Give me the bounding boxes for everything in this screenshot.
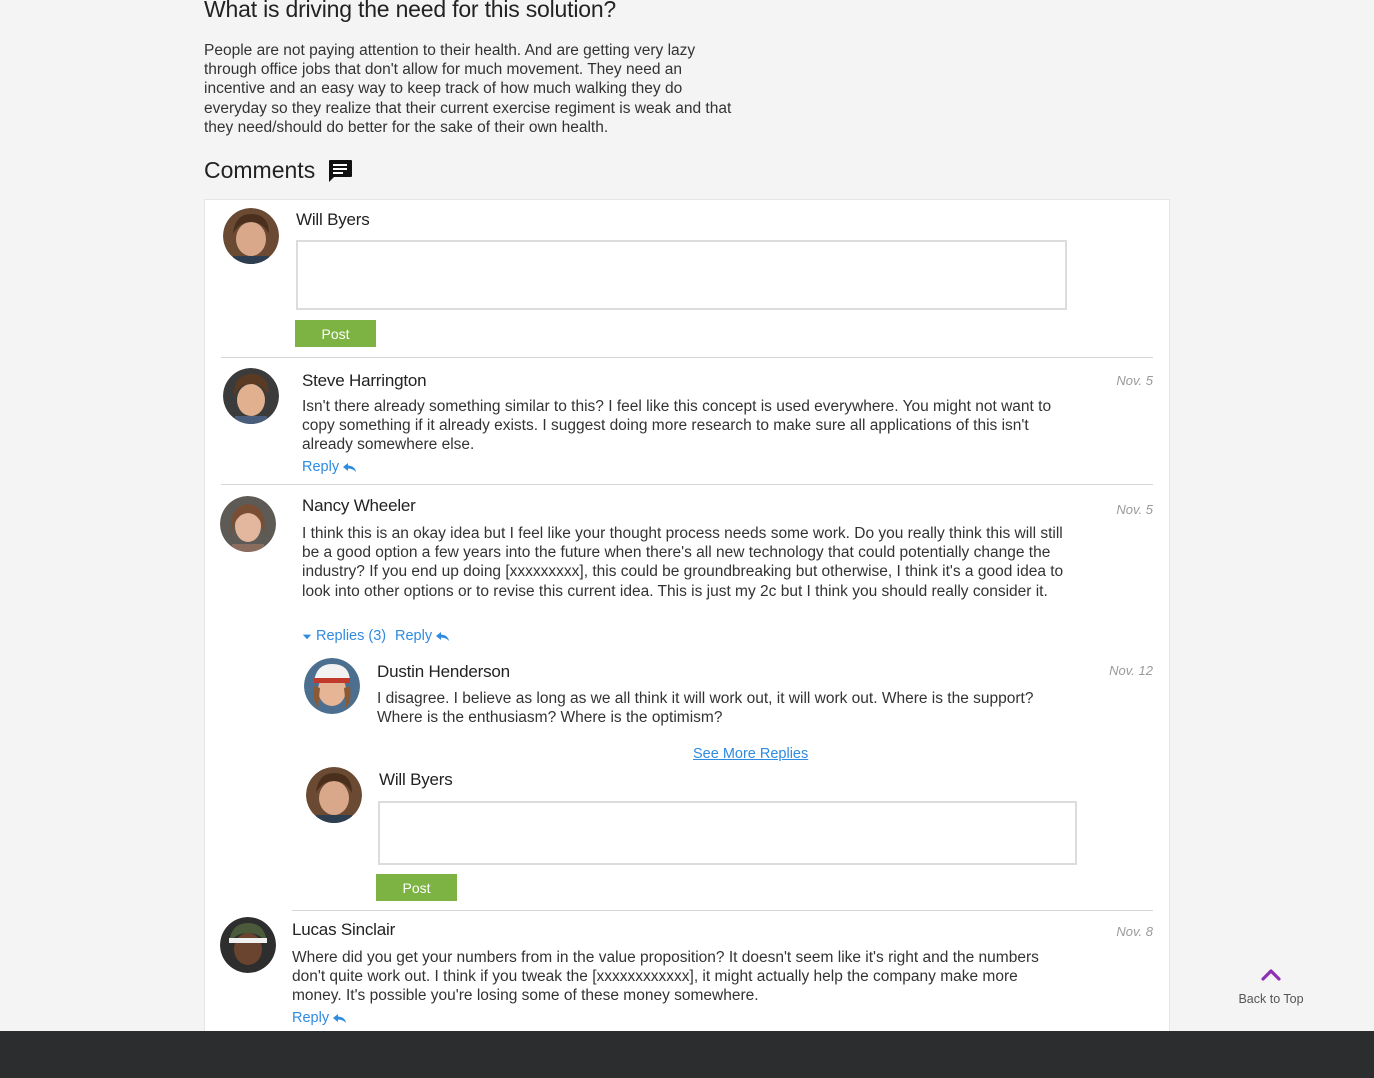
comment-date: Nov. 5: [1116, 373, 1153, 388]
comment-author: Lucas Sinclair: [292, 920, 396, 939]
reply-icon: [343, 462, 357, 472]
reply-icon: [436, 631, 450, 641]
comment-text: Isn't there already something similar to…: [302, 398, 1052, 454]
comment-input[interactable]: [296, 240, 1067, 310]
reply-post-button[interactable]: Post: [376, 874, 457, 901]
avatar-lucas-sinclair: [220, 917, 276, 973]
comment-date: Nov. 5: [1116, 502, 1153, 517]
reply-icon: [333, 1013, 347, 1023]
replies-toggle[interactable]: Replies (3): [302, 628, 386, 644]
avatar-steve-harrington: [223, 368, 279, 424]
reply-composer-user-name: Will Byers: [379, 770, 453, 789]
footer: [0, 1031, 1374, 1078]
caret-down-icon: [302, 634, 312, 639]
replies-toggle-label: Replies (3): [316, 628, 387, 644]
see-more-replies-link[interactable]: See More Replies: [693, 746, 808, 762]
comment-date: Nov. 8: [1116, 924, 1153, 939]
section-body: People are not paying attention to their…: [204, 42, 732, 136]
comments-heading: Comments: [204, 157, 353, 184]
avatar-will-byers: [223, 208, 279, 264]
divider: [221, 357, 1153, 358]
chat-bubble-icon: [329, 159, 353, 182]
divider: [292, 910, 1153, 911]
page: What is driving the need for this soluti…: [0, 0, 1374, 1078]
reply-link-label: Reply: [302, 459, 340, 475]
reply-author: Dustin Henderson: [377, 662, 510, 681]
section-title: What is driving the need for this soluti…: [204, 0, 617, 22]
reply-text: I disagree. I believe as long as we all …: [377, 690, 1034, 727]
avatar-nancy-wheeler: [220, 496, 276, 552]
back-to-top-label: Back to Top: [1238, 992, 1304, 1006]
reply-link[interactable]: Reply: [292, 1010, 347, 1026]
reply-link[interactable]: Reply: [395, 628, 450, 644]
comment-author: Nancy Wheeler: [302, 496, 416, 515]
post-button[interactable]: Post: [295, 320, 376, 347]
divider: [221, 484, 1153, 485]
comments-heading-label: Comments: [204, 157, 316, 183]
avatar-will-byers: [306, 767, 362, 823]
reply-date: Nov. 12: [1109, 663, 1153, 678]
reply-link-label: Reply: [292, 1010, 330, 1026]
comment-author: Steve Harrington: [302, 371, 427, 390]
reply-link[interactable]: Reply: [302, 459, 357, 475]
comment-text: Where did you get your numbers from in t…: [292, 949, 1039, 1005]
comment-text: I think this is an okay idea but I feel …: [302, 525, 1064, 600]
comments-panel: Will Byers Post Steve Harrington Nov. 5 …: [204, 199, 1170, 1041]
back-to-top-button[interactable]: Back to Top: [1232, 966, 1310, 1008]
reply-input[interactable]: [378, 801, 1077, 865]
chevron-up-icon: [1261, 969, 1281, 981]
avatar-dustin-henderson: [304, 658, 360, 714]
reply-link-label: Reply: [395, 628, 433, 644]
composer-user-name: Will Byers: [296, 210, 370, 229]
